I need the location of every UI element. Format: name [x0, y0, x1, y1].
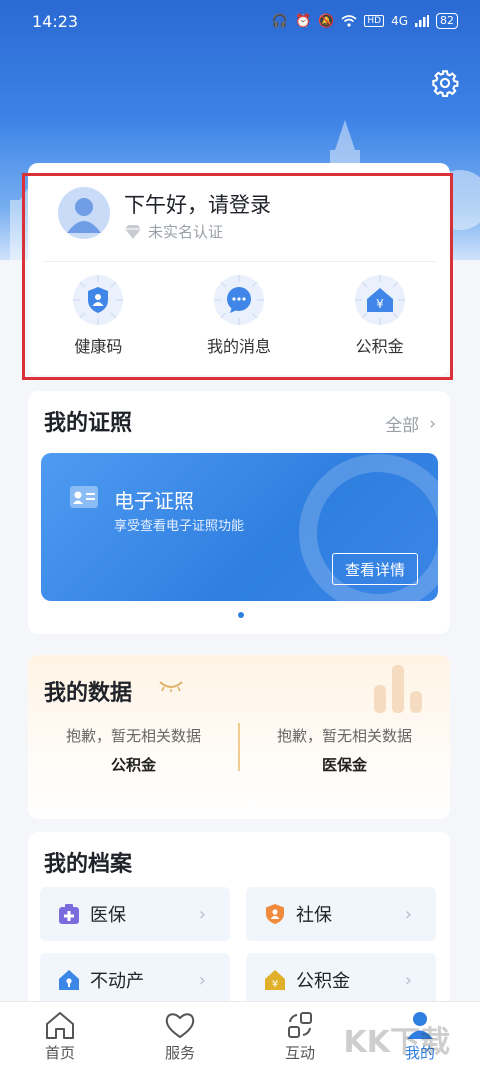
archive-item-real-estate[interactable]: 不动产 ›	[40, 953, 230, 1007]
tab-interact[interactable]: 互动	[240, 1002, 360, 1067]
yen-house-icon: ¥	[354, 275, 405, 325]
data-column-provident-fund: 抱歉，暂无相关数据 公积金	[28, 725, 239, 775]
quick-action-health-code[interactable]: 健康码	[38, 273, 158, 357]
all-label: 全部	[385, 416, 420, 436]
svg-text:¥: ¥	[272, 979, 278, 990]
chevron-right-icon: ›	[429, 413, 436, 434]
diamond-icon	[125, 224, 141, 239]
status-icons: 🎧 ⏰ 🔕 HD 4G 82	[272, 13, 458, 29]
licenses-card: 我的证照 全部 › 电子证照 享受查看电子证照功能 查看详情	[28, 391, 450, 634]
signal-icon	[415, 15, 429, 27]
quick-action-provident-fund[interactable]: ¥ 公积金	[320, 273, 440, 357]
licenses-title: 我的证照	[44, 411, 133, 436]
yen-house-icon: ¥	[265, 970, 285, 990]
alarm-icon: ⏰	[294, 13, 312, 29]
quick-action-messages[interactable]: 我的消息	[179, 273, 299, 357]
chevron-right-icon: ›	[198, 969, 206, 991]
status-bar: 14:23 🎧 ⏰ 🔕 HD 4G 82	[0, 0, 480, 42]
profile-card: 下午好，请登录 未实名认证 健康码 我的消息 ¥ 公积金	[28, 163, 450, 375]
home-icon	[46, 1012, 74, 1039]
quick-action-label: 健康码	[74, 337, 123, 356]
quick-action-label: 公积金	[355, 337, 404, 356]
archive-item-label: 社保	[296, 905, 332, 926]
mute-icon: 🔕	[318, 13, 335, 29]
archive-item-label: 医保	[90, 905, 126, 926]
quick-actions: 健康码 我的消息 ¥ 公积金	[28, 273, 450, 357]
tab-home[interactable]: 首页	[0, 1002, 120, 1067]
medical-cross-icon	[59, 904, 79, 924]
headphones-icon: 🎧	[271, 13, 288, 29]
tab-services[interactable]: 服务	[120, 1002, 240, 1067]
data-name-label: 公积金	[110, 756, 156, 774]
watermark-logo: KK下载	[343, 1025, 451, 1060]
banner-title: 电子证照	[114, 489, 194, 513]
archives-title: 我的档案	[44, 852, 133, 877]
avatar-person-icon	[67, 198, 101, 233]
gear-icon	[432, 70, 459, 97]
svg-text:¥: ¥	[376, 297, 384, 311]
settings-button[interactable]	[430, 68, 460, 98]
data-name-label: 医保金	[321, 756, 367, 774]
archives-card: 我的档案 医保 › 社保 › 不动产 › ¥ 公积金 ›	[28, 832, 450, 1022]
archive-item-medical-insurance[interactable]: 医保 ›	[40, 887, 230, 941]
heart-icon	[165, 1013, 195, 1039]
chevron-right-icon: ›	[198, 903, 206, 925]
view-details-button[interactable]: 查看详情	[332, 553, 418, 585]
data-column-medical-fund: 抱歉，暂无相关数据 医保金	[239, 725, 450, 775]
carousel-dot	[238, 612, 244, 618]
battery-indicator: 82	[436, 13, 458, 29]
chevron-right-icon: ›	[404, 903, 412, 925]
chevron-right-icon: ›	[404, 969, 412, 991]
closed-eye-icon[interactable]	[158, 679, 184, 693]
archive-item-label: 不动产	[90, 971, 144, 992]
hd-icon: HD	[364, 15, 385, 27]
archive-item-social-security[interactable]: 社保 ›	[246, 887, 436, 941]
house-key-icon	[59, 970, 79, 990]
bar-chart-decor-icon	[374, 665, 422, 713]
shield-person-icon	[73, 275, 124, 325]
archive-item-label: 公积金	[296, 971, 350, 992]
banner-subtitle: 享受查看电子证照功能	[114, 519, 245, 534]
id-card-icon	[70, 486, 98, 508]
verify-status-label: 未实名认证	[148, 223, 224, 241]
tab-label: 互动	[284, 1044, 315, 1062]
status-time: 14:23	[32, 11, 79, 31]
shield-person-icon	[266, 904, 284, 924]
verify-status[interactable]: 未实名认证	[124, 221, 223, 242]
tab-label: 首页	[44, 1044, 75, 1062]
quick-action-label: 我的消息	[206, 337, 271, 356]
interact-icon	[288, 1012, 312, 1038]
archive-item-provident-fund[interactable]: ¥ 公积金 ›	[246, 953, 436, 1007]
wifi-icon	[341, 15, 357, 27]
divider	[42, 261, 436, 262]
e-license-banner[interactable]: 电子证照 享受查看电子证照功能 查看详情	[41, 453, 438, 601]
login-greeting[interactable]: 下午好，请登录	[124, 189, 271, 219]
chat-bubble-icon	[213, 275, 264, 325]
avatar[interactable]	[58, 187, 110, 239]
network-type: 4G	[391, 14, 408, 28]
no-data-message: 抱歉，暂无相关数据	[65, 727, 201, 745]
my-data-title: 我的数据	[44, 681, 133, 706]
tab-label: 服务	[164, 1044, 195, 1062]
no-data-message: 抱歉，暂无相关数据	[276, 727, 412, 745]
licenses-all-link[interactable]: 全部 ›	[385, 411, 436, 437]
my-data-card: 我的数据 抱歉，暂无相关数据 公积金 抱歉，暂无相关数据 医保金	[28, 655, 450, 819]
column-divider	[238, 723, 240, 771]
